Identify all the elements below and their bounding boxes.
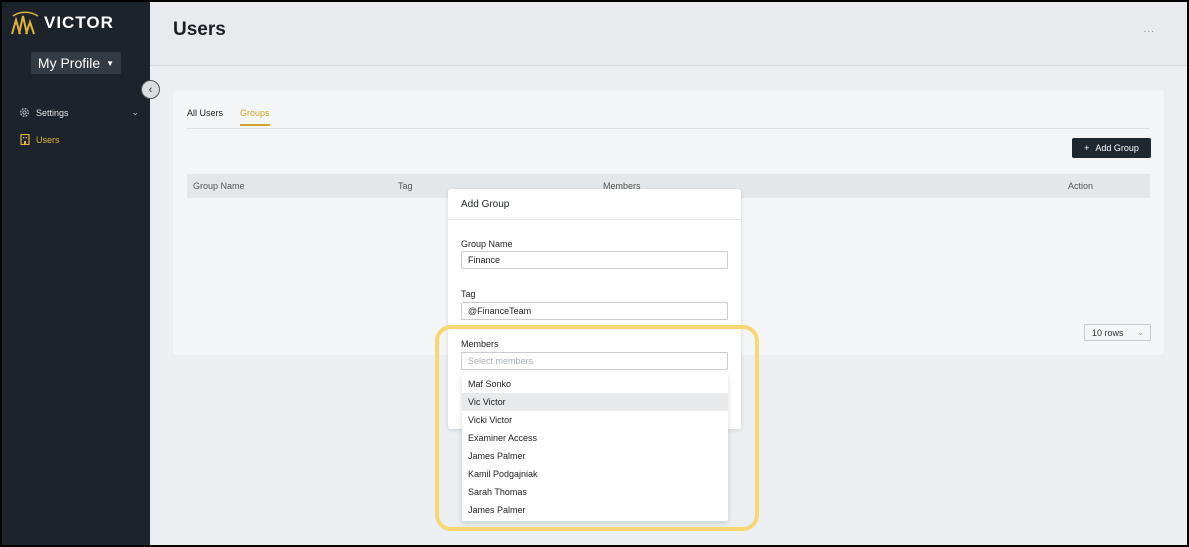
add-group-button[interactable]: + Add Group [1072,138,1151,158]
member-option-sarah-thomas[interactable]: Sarah Thomas [462,483,728,501]
sidebar-item-settings[interactable]: Settings ⌄ [19,107,139,118]
collapse-sidebar-button[interactable]: ‹ [141,80,160,99]
chevron-down-icon: ⌄ [131,107,139,117]
tab-groups[interactable]: Groups [240,108,270,126]
building-icon [19,134,30,145]
add-group-label: Add Group [1095,143,1139,153]
my-profile-button[interactable]: My Profile ▼ [31,52,121,74]
column-header-action: Action [1068,181,1094,191]
brand-name: VICTOR [44,13,114,32]
member-option-james-palmer-2[interactable]: James Palmer [462,501,728,519]
member-option-vicki-victor[interactable]: Vicki Victor [462,411,728,429]
member-option-examiner-access[interactable]: Examiner Access [462,429,728,447]
chevron-left-icon: ‹ [148,83,153,96]
members-placeholder: Select members [468,356,534,366]
tag-value: @FinanceTeam [468,306,532,316]
sidebar-item-label: Settings [36,107,69,118]
brand-logo[interactable]: VICTOR [10,10,114,36]
modal-divider [448,219,741,220]
sidebar-item-users[interactable]: Users [19,134,139,145]
column-header-group-name[interactable]: Group Name [193,181,245,191]
group-name-label: Group Name [461,239,513,249]
page-title: Users [173,19,226,40]
sidebar-item-label: Users [36,134,60,145]
members-dropdown: Maf Sonko Vic Victor Vicki Victor Examin… [462,373,728,521]
victor-logo-icon [11,11,39,35]
column-header-tag[interactable]: Tag [398,181,413,191]
tab-all-users[interactable]: All Users [187,108,223,124]
rows-per-page-value: 10 rows [1092,327,1124,338]
member-option-maf-sonko[interactable]: Maf Sonko [462,375,728,393]
more-icon[interactable]: ... [1144,24,1155,35]
tag-label: Tag [461,289,476,299]
tag-input[interactable]: @FinanceTeam [461,302,728,320]
rows-per-page-select[interactable]: 10 rows ⌄ [1084,324,1151,341]
modal-title: Add Group [461,199,510,210]
member-option-kamil-podgajniak[interactable]: Kamil Podgajniak [462,465,728,483]
profile-label: My Profile [37,55,101,71]
group-name-input[interactable]: Finance [461,251,728,269]
chevron-down-icon: ⌄ [1137,328,1144,337]
member-option-vic-victor[interactable]: Vic Victor [462,393,728,411]
member-option-james-palmer[interactable]: James Palmer [462,447,728,465]
gear-icon [19,107,30,118]
plus-icon: + [1084,143,1090,153]
tab-bar: All Users Groups [187,108,1150,129]
members-select[interactable]: Select members [461,352,728,370]
caret-down-icon: ▼ [106,58,115,68]
sidebar: VICTOR My Profile ▼ Settings ⌄ Users [2,2,150,545]
page-header: Users ... [150,2,1187,66]
members-label: Members [461,339,499,349]
app-window: VICTOR My Profile ▼ Settings ⌄ Users ‹ U… [2,2,1187,545]
group-name-value: Finance [468,255,501,265]
